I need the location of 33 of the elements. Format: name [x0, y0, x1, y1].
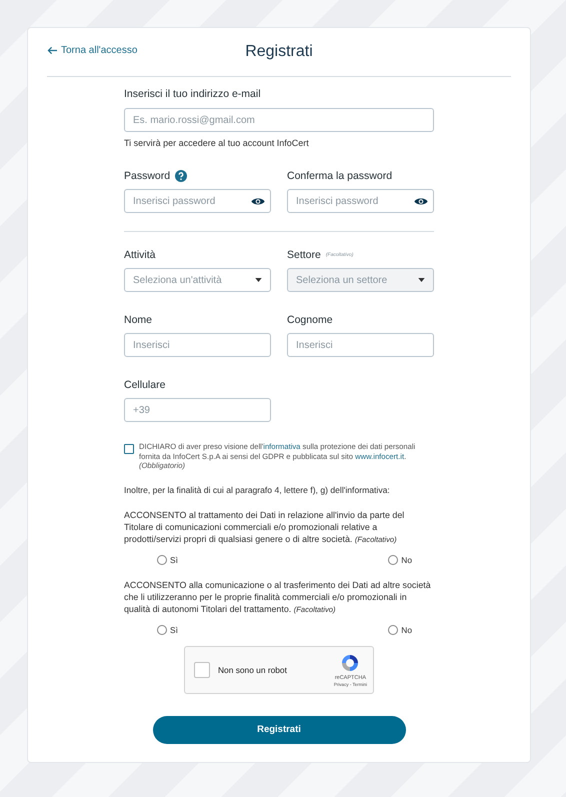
- text-field[interactable]: +39: [124, 398, 271, 422]
- text-field[interactable]: Inserisci: [124, 333, 271, 357]
- field-label: Conferma la password: [287, 170, 392, 182]
- register-button[interactable]: Registrati: [152, 716, 406, 744]
- field-label: Attività: [124, 248, 156, 260]
- checkbox[interactable]: [194, 662, 210, 678]
- field-hint: Ti servirà per accedere al tuo account InfoCert: [124, 138, 310, 148]
- password-field[interactable]: Inserisci password: [124, 189, 271, 213]
- help-icon[interactable]: [175, 170, 188, 182]
- field-label: Settore: [287, 248, 321, 260]
- field-label: Nome: [124, 314, 152, 326]
- field-label: Cellulare: [124, 378, 166, 390]
- password-field[interactable]: Inserisci password: [287, 189, 434, 213]
- captcha-label: Non sono un robot: [218, 664, 288, 674]
- radio-option[interactable]: Sì: [157, 624, 178, 634]
- caret-icon: [255, 278, 262, 282]
- eye-icon[interactable]: [251, 197, 265, 206]
- intro-text: Inoltre, per la finalità di cui al paragrafo 4, lettere f), g) dell'informativa:: [124, 484, 391, 494]
- captcha-logo-icon: [340, 652, 360, 672]
- field-label: Cognome: [287, 314, 333, 326]
- email-field[interactable]: Es. mario.rossi@gmail.com: [124, 108, 434, 132]
- eye-icon[interactable]: [414, 197, 428, 206]
- field-label: Password: [124, 170, 170, 182]
- text-field[interactable]: Inserisci: [287, 333, 434, 357]
- checkbox[interactable]: [124, 444, 134, 454]
- radio-option[interactable]: Sì: [157, 554, 178, 564]
- caret-icon: [418, 278, 425, 282]
- page-title: Registrati: [245, 43, 313, 61]
- radio-option[interactable]: No: [388, 554, 412, 564]
- arrow-left-icon: [47, 46, 58, 55]
- radio-option[interactable]: No: [388, 624, 412, 634]
- field-label: Inserisci il tuo indirizzo e-mail: [124, 88, 262, 100]
- back-link[interactable]: Torna all'accesso: [47, 45, 138, 56]
